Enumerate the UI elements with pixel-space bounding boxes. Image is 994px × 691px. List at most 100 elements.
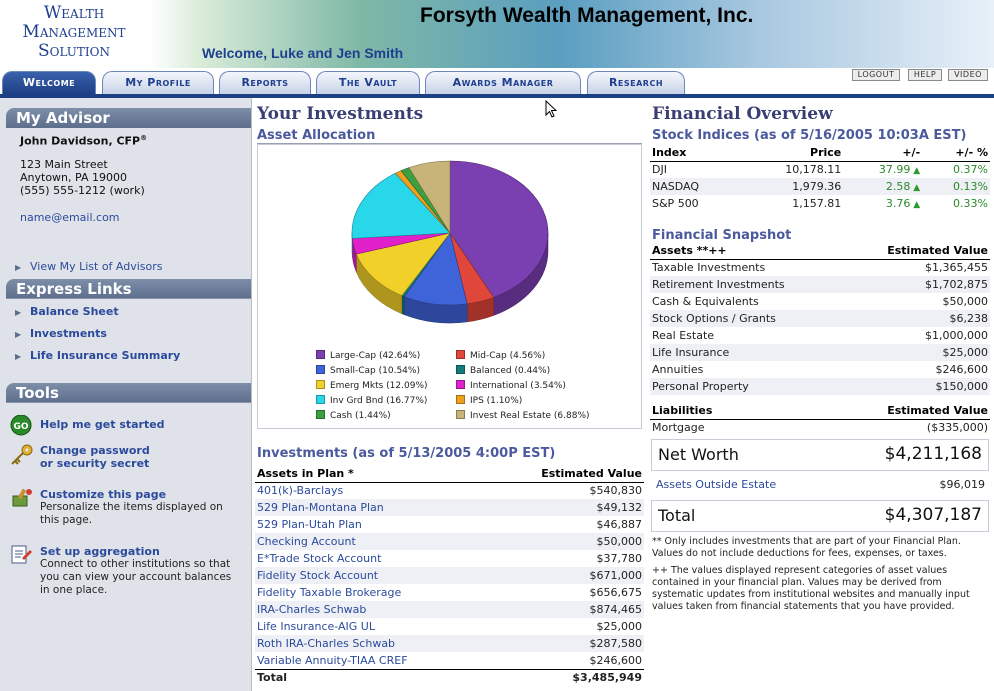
- advisor-email-link[interactable]: name@email.com: [20, 211, 120, 225]
- investment-value: $50,000: [486, 533, 644, 550]
- welcome-message: Welcome, Luke and Jen Smith: [202, 45, 404, 61]
- table-row: Cash & Equivalents $50,000: [650, 293, 990, 310]
- logo[interactable]: Wealth Management Solution: [4, 4, 144, 61]
- investment-account-link[interactable]: Life Insurance-AIG UL: [255, 618, 487, 635]
- investment-account-link[interactable]: E*Trade Stock Account: [255, 550, 487, 567]
- table-row: IRA-Charles Schwab $874,465: [255, 601, 644, 618]
- advisor-phone: (555) 555-1212 (work): [20, 184, 145, 197]
- footnote-values: ++ The values displayed represent catego…: [652, 565, 970, 612]
- tab-research[interactable]: Research: [587, 71, 685, 94]
- up-arrow-icon: ▲: [910, 200, 921, 210]
- tab-reports[interactable]: Reports: [219, 71, 311, 94]
- index-change-value: 37.99: [878, 163, 911, 177]
- life-insurance-summary-link[interactable]: Life Insurance Summary: [30, 349, 180, 362]
- table-row: Variable Annuity-TIAA CREF $246,600: [255, 652, 644, 669]
- asset-value: $1,365,455: [925, 261, 988, 275]
- legend-label: Mid-Cap (4.56%): [470, 351, 546, 361]
- investment-account-link[interactable]: Checking Account: [255, 533, 487, 550]
- legend-swatch: [316, 395, 325, 404]
- table-row: NASDAQ 1,979.36 2.58 ▲ 0.13%: [650, 178, 990, 195]
- tab-the-vault[interactable]: The Vault: [316, 71, 420, 94]
- table-row: Taxable Investments $1,365,455: [650, 259, 990, 276]
- asset-name: Stock Options / Grants: [650, 310, 843, 327]
- arrow-right-icon: ▶: [15, 263, 22, 272]
- investments-link[interactable]: Investments: [30, 327, 107, 340]
- help-button[interactable]: HELP: [908, 69, 942, 81]
- table-row: 529 Plan-Montana Plan $49,132: [255, 499, 644, 516]
- total-value: $4,307,187: [884, 505, 982, 525]
- asset-name: Taxable Investments: [652, 261, 766, 275]
- advisor-address-2: Anytown, PA 19000: [20, 171, 127, 184]
- asset-name: Cash & Equivalents: [652, 295, 759, 308]
- total-label: Total: [658, 506, 696, 525]
- index-name: DJI: [652, 163, 667, 177]
- asset-name: Life Insurance: [650, 344, 843, 361]
- stock-indices-table: Index Price +/- +/- % DJI 10,178.11 37.99 …: [650, 144, 990, 212]
- asset-value: $25,000: [842, 344, 990, 361]
- tab-welcome[interactable]: Welcome: [2, 71, 96, 94]
- tab-awards-manager[interactable]: Awards Manager: [425, 71, 581, 94]
- investment-value: $37,780: [596, 552, 643, 565]
- legend-item: Small-Cap (10.54%): [316, 365, 420, 376]
- investment-account-link[interactable]: 529 Plan-Utah Plan: [255, 516, 487, 533]
- legend-item: Large-Cap (42.64%): [316, 350, 420, 361]
- legend-swatch: [316, 410, 325, 419]
- legend-item: Cash (1.44%): [316, 410, 391, 421]
- up-arrow-icon: ▲: [910, 183, 921, 193]
- view-advisors-link[interactable]: View My List of Advisors: [30, 260, 163, 273]
- legend-item: Invest Real Estate (6.88%): [456, 410, 590, 421]
- asset-value: $1,702,875: [842, 276, 990, 293]
- legend-item: Mid-Cap (4.56%): [456, 350, 545, 361]
- investment-account-link[interactable]: 401(k)-Barclays: [255, 482, 487, 499]
- index-change-pct: 0.33%: [953, 197, 988, 210]
- table-row: Retirement Investments $1,702,875: [650, 276, 990, 293]
- balance-sheet-link[interactable]: Balance Sheet: [30, 305, 119, 318]
- index-name: S&P 500: [652, 197, 699, 210]
- index-name: NASDAQ: [650, 178, 739, 195]
- help-me-get-started-link[interactable]: Help me get started: [40, 418, 165, 431]
- column-header-change: +/-: [843, 144, 923, 162]
- assets-table: Assets **++ Estimated Value Taxable Inve…: [650, 242, 990, 395]
- investment-account-link[interactable]: IRA-Charles Schwab: [255, 601, 487, 618]
- legend-label: Emerg Mkts (12.09%): [330, 381, 428, 391]
- video-button[interactable]: VIDEO: [948, 69, 988, 81]
- total-label: Total: [255, 668, 487, 686]
- legend-swatch: [316, 350, 325, 359]
- index-change-pct: 0.13%: [922, 178, 990, 195]
- index-price: 10,178.11: [785, 163, 842, 177]
- key-icon[interactable]: [10, 444, 34, 466]
- mouse-cursor-icon: [545, 100, 558, 118]
- table-row: E*Trade Stock Account $37,780: [255, 550, 644, 567]
- set-up-aggregation-description: Connect to other institutions so that yo…: [40, 558, 232, 596]
- express-links-heading: Express Links: [6, 279, 251, 299]
- tools-heading: Tools: [6, 383, 251, 403]
- net-worth-label: Net Worth: [658, 445, 739, 464]
- investment-value: $874,465: [486, 601, 644, 618]
- tab-my-profile[interactable]: My Profile: [102, 71, 214, 94]
- aggregation-icon[interactable]: [10, 544, 34, 566]
- table-row: S&P 500 1,157.81 3.76 ▲ 0.33%: [650, 195, 990, 212]
- investment-value: $656,675: [589, 586, 643, 599]
- go-icon[interactable]: GO: [10, 415, 34, 437]
- investment-account-link[interactable]: Roth IRA-Charles Schwab: [255, 635, 487, 652]
- my-advisor-heading: My Advisor: [6, 108, 251, 128]
- legend-swatch: [456, 380, 465, 389]
- set-up-aggregation-link[interactable]: Set up aggregation: [40, 545, 160, 558]
- legend-swatch: [456, 365, 465, 374]
- investment-account-link[interactable]: Variable Annuity-TIAA CREF: [255, 652, 487, 669]
- investment-account-link[interactable]: 529 Plan-Montana Plan: [255, 499, 487, 516]
- index-change: 3.76 ▲: [843, 195, 922, 212]
- investment-value: $671,000: [486, 567, 644, 584]
- change-password-link[interactable]: Change password or security secret: [40, 444, 150, 470]
- legend-swatch: [456, 350, 465, 359]
- logout-button[interactable]: LOGOUT: [852, 69, 900, 81]
- investment-account-link[interactable]: Fidelity Taxable Brokerage: [255, 584, 487, 601]
- index-change-value: 2.58: [885, 180, 911, 193]
- customize-page-link[interactable]: Customize this page: [40, 488, 166, 501]
- investment-account-link[interactable]: Fidelity Stock Account: [255, 567, 487, 584]
- index-price: 1,157.81: [792, 197, 842, 210]
- investment-value: $46,887: [596, 518, 643, 531]
- legend-label: Cash (1.44%): [330, 411, 391, 421]
- assets-outside-estate-link[interactable]: Assets Outside Estate: [656, 478, 776, 491]
- customize-icon[interactable]: [10, 487, 34, 509]
